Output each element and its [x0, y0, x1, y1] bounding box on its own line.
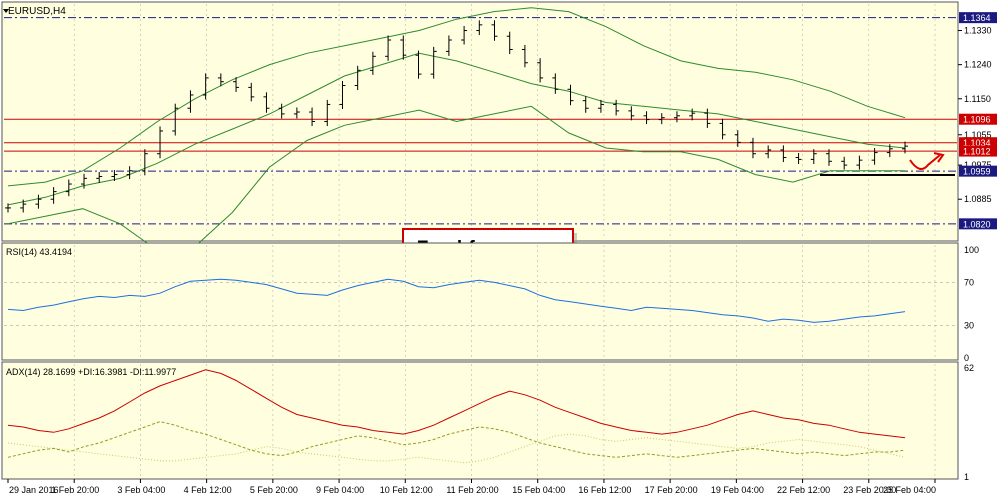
time-label: 15 Feb 04:00: [512, 485, 565, 495]
adx-panel: ADX(14) 28.1699 +DI:16.3981 -DI:11.9977 …: [1, 361, 974, 482]
time-label: 16 Feb 12:00: [578, 485, 631, 495]
instrument-label: EURUSD,H4: [8, 6, 66, 17]
time-label: 19 Feb 04:00: [711, 485, 764, 495]
level-label: 1.1012: [963, 147, 991, 157]
rsi-tick-label: 100: [964, 245, 979, 255]
time-label: 3 Feb 04:00: [117, 485, 165, 495]
price-tick-label: 1.1330: [964, 26, 992, 36]
time-label: 17 Feb 20:00: [645, 485, 698, 495]
adx-tick-label: 1: [964, 472, 969, 482]
time-label: 10 Feb 12:00: [380, 485, 433, 495]
level-label: 1.0820: [963, 219, 991, 229]
time-label: 4 Feb 12:00: [184, 485, 232, 495]
time-axis: 29 Jan 20161 Feb 20:00 3 Feb 04:00 4 Feb 1…: [7, 479, 936, 495]
rsi-tick-label: 0: [964, 353, 969, 363]
level-label: 1.1364: [963, 13, 991, 23]
time-label: 25 Feb 04:00: [883, 485, 936, 495]
time-label: 11 Feb 20:00: [446, 485, 498, 495]
adx-panel-frame: [1, 361, 959, 480]
adx-label: ADX(14) 28.1699 +DI:16.3981 -DI:11.9977: [6, 367, 176, 377]
rsi-tick-label: 30: [964, 321, 974, 331]
rsi-panel-frame: [1, 242, 959, 361]
time-label: 22 Feb 12:00: [777, 485, 830, 495]
time-label: 5 Feb 20:00: [250, 485, 298, 495]
price-panel: EURUSD,H4 1.13301.12401.11501.10551.0975…: [1, 1, 997, 251]
time-label: 9 Feb 04:00: [316, 485, 364, 495]
rsi-label: RSI(14) 43.4194: [6, 247, 72, 257]
rsi-axis: 100 70 30 0: [964, 245, 979, 363]
price-tick-label: 1.1240: [964, 60, 992, 70]
price-tick-label: 1.0885: [964, 194, 992, 204]
adx-axis: 62 1: [964, 363, 974, 482]
adx-tick-label: 62: [964, 363, 974, 373]
trading-chart: EURUSD,H4 1.13301.12401.11501.10551.0975…: [1, 1, 997, 495]
level-label: 1.0959: [963, 167, 991, 177]
rsi-panel: RSI(14) 43.4194 100 70 30 0: [1, 242, 979, 363]
price-panel-frame: [1, 1, 959, 242]
level-label: 1.1096: [963, 115, 991, 125]
rsi-tick-label: 70: [964, 277, 974, 287]
time-label: 1 Feb 20:00: [51, 485, 99, 495]
price-tick-label: 1.1150: [964, 94, 991, 104]
